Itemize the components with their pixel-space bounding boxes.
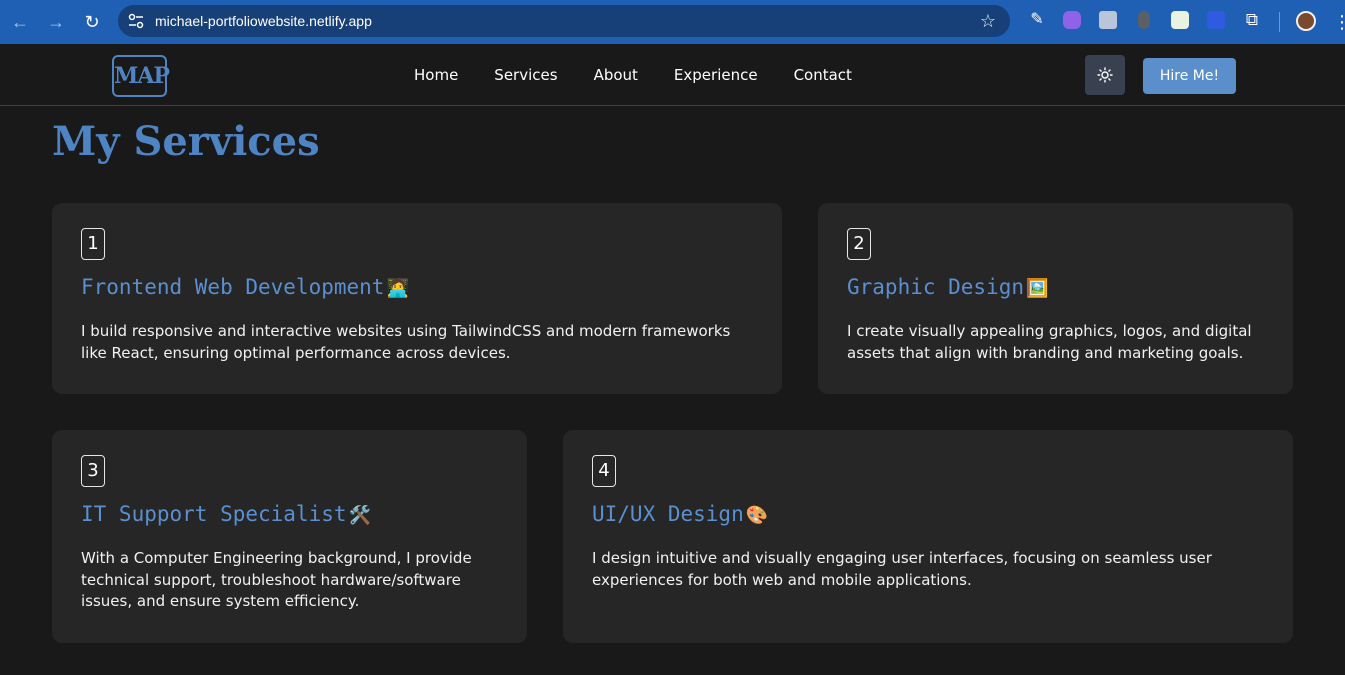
reload-icon[interactable]: ↻ xyxy=(80,10,104,34)
toolbar-divider xyxy=(1279,12,1280,32)
card-title: Graphic Design 🖼️ xyxy=(847,275,1048,299)
service-card: 4 UI/UX Design 🎨 I design intuitive and v… xyxy=(563,430,1293,643)
card-description: I design intuitive and visually engaging… xyxy=(592,549,1212,589)
browser-toolbar: ← → ↻ michael-portfoliowebsite.netlify.a… xyxy=(0,0,1345,44)
card-number: 1 xyxy=(81,228,105,260)
sun-icon xyxy=(1097,67,1113,83)
palette-icon: 🎨 xyxy=(745,505,769,526)
card-title-text: Graphic Design xyxy=(847,275,1025,299)
card-title-text: UI/UX Design xyxy=(592,502,744,526)
back-arrow-icon[interactable]: ← xyxy=(8,10,32,34)
forward-arrow-icon[interactable]: → xyxy=(44,10,68,34)
logo-text: MAP xyxy=(114,63,170,89)
avatar[interactable] xyxy=(1296,11,1316,31)
theme-toggle-button[interactable] xyxy=(1085,55,1125,95)
nav-home[interactable]: Home xyxy=(414,64,458,86)
service-card: 1 Frontend Web Development 🧑‍💻 I build re… xyxy=(52,203,782,394)
star-icon[interactable]: ☆ xyxy=(980,9,996,33)
card-title: Frontend Web Development 🧑‍💻 xyxy=(81,275,409,299)
card-title-text: Frontend Web Development xyxy=(81,275,385,299)
nav-services[interactable]: Services xyxy=(494,64,557,86)
card-number: 3 xyxy=(81,455,105,487)
nav-contact[interactable]: Contact xyxy=(794,64,852,86)
eyedropper-extension-icon[interactable]: ✎ xyxy=(1028,11,1046,29)
card-number: 2 xyxy=(847,228,871,260)
laptop-person-icon: 🧑‍💻 xyxy=(386,278,409,299)
card-description: I build responsive and interactive websi… xyxy=(81,322,731,362)
service-card: 2 Graphic Design 🖼️ I create visually app… xyxy=(818,203,1293,394)
card-title: IT Support Specialist 🛠️ xyxy=(81,502,371,526)
nav-about[interactable]: About xyxy=(594,64,638,86)
translate-extension-icon[interactable] xyxy=(1207,11,1225,29)
site-header: MAP Home Services About Experience Conta… xyxy=(0,44,1345,106)
card-description: With a Computer Engineering background, … xyxy=(81,549,472,610)
hire-me-button[interactable]: Hire Me! xyxy=(1143,58,1236,94)
picture-icon: 🖼️ xyxy=(1026,278,1049,299)
main-nav: Home Services About Experience Contact xyxy=(414,64,852,86)
nav-experience[interactable]: Experience xyxy=(674,64,758,86)
card-title-text: IT Support Specialist xyxy=(81,502,347,526)
logo[interactable]: MAP xyxy=(112,55,170,97)
tools-icon: 🛠️ xyxy=(348,505,371,526)
puzzle-icon[interactable]: ⧉ xyxy=(1243,11,1261,29)
kebab-icon[interactable]: ⋮ xyxy=(1333,10,1345,34)
tune-icon[interactable] xyxy=(128,13,144,29)
card-description: I create visually appealing graphics, lo… xyxy=(847,322,1252,362)
url-text[interactable]: michael-portfoliowebsite.netlify.app xyxy=(155,5,372,37)
figure-extension-icon[interactable] xyxy=(1138,11,1150,29)
service-card: 3 IT Support Specialist 🛠️ With a Compute… xyxy=(52,430,527,643)
camera-extension-icon[interactable] xyxy=(1099,11,1117,29)
section-title: My Services xyxy=(52,118,320,165)
card-title: UI/UX Design 🎨 xyxy=(592,502,768,526)
sheet-extension-icon[interactable] xyxy=(1171,11,1189,29)
card-number: 4 xyxy=(592,455,616,487)
gradient-extension-icon[interactable] xyxy=(1063,11,1081,29)
address-bar[interactable]: michael-portfoliowebsite.netlify.app ☆ xyxy=(118,5,1010,37)
